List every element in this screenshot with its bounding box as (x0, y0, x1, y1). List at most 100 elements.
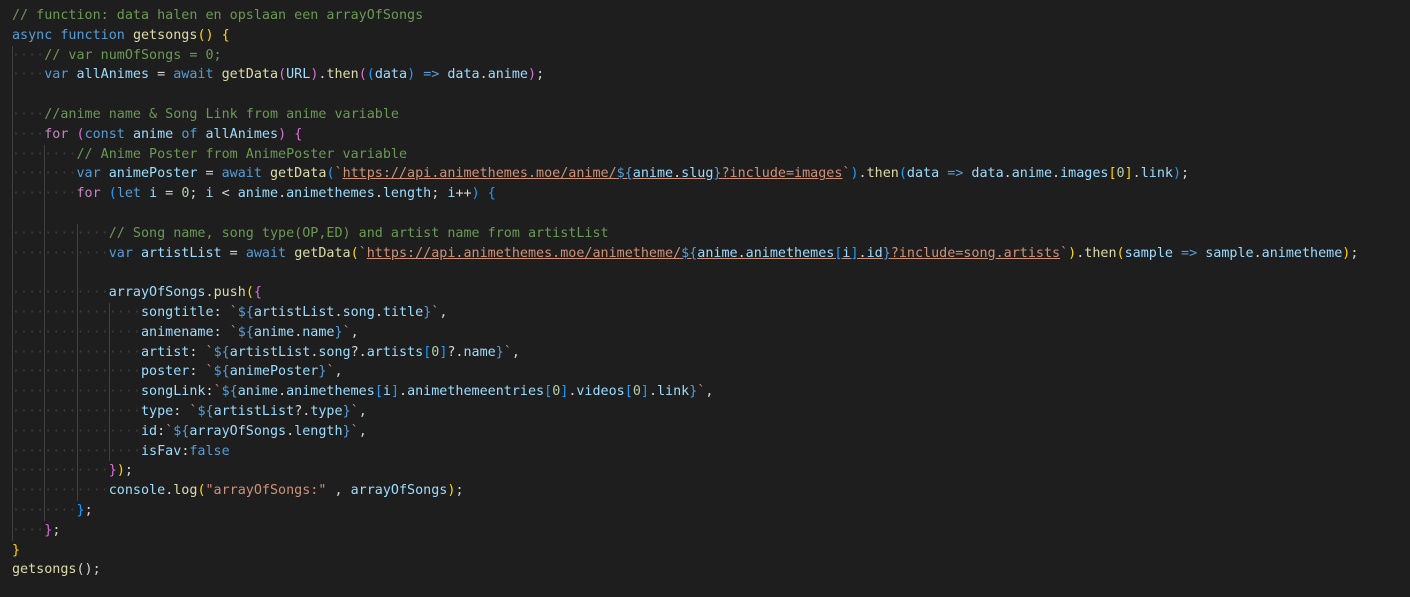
code-token: i (205, 186, 214, 202)
code-token: ; (52, 522, 61, 538)
code-token: . (1132, 166, 1141, 182)
code-token: ` (358, 245, 367, 261)
code-line[interactable]: ············console.log("arrayOfSongs:" … (12, 481, 464, 501)
code-token: const (84, 126, 125, 142)
code-line[interactable]: async function getsongs() { (12, 26, 230, 46)
code-token: type (141, 404, 174, 419)
code-line[interactable]: ········var animePoster = await getData(… (12, 164, 1189, 184)
code-line[interactable]: // function: data halen en opslaan een a… (12, 6, 423, 26)
code-line[interactable]: ············var artistList = await getDa… (12, 244, 1358, 264)
code-line[interactable]: ················songLink:`${anime.animet… (12, 382, 713, 402)
code-line[interactable]: ················animename: `${anime.name… (12, 323, 359, 343)
code-token: } (108, 463, 117, 479)
code-token: ] (640, 384, 649, 400)
code-token: ················ (12, 344, 141, 360)
code-token: } (342, 404, 351, 419)
code-line[interactable]: ················id: ` ${arrayOfSongs.lengt… (12, 422, 367, 442)
code-line[interactable]: ············// Song name, song type(OP,E… (12, 224, 609, 244)
code-token: link (657, 384, 690, 400)
code-token: , (439, 305, 448, 320)
code-token: ; (1350, 245, 1359, 261)
code-token: ················ (12, 404, 141, 419)
code-token: , (350, 324, 359, 340)
code-line[interactable]: ············}); (12, 461, 133, 481)
code-token: song (342, 305, 375, 320)
code-token: [ (624, 384, 633, 400)
code-token: id (141, 423, 158, 439)
code-token: var (108, 245, 133, 261)
code-token: { (487, 186, 496, 202)
code-token: . (648, 384, 657, 400)
code-token: ` (229, 305, 238, 320)
code-token: var (76, 166, 101, 182)
code-token: ${ (213, 364, 230, 380)
code-line[interactable]: ················artist: `${artistList.so… (12, 343, 520, 363)
code-line[interactable]: ····}; (12, 521, 60, 541)
code-token: ················ (12, 305, 141, 320)
code-token: getData (270, 166, 327, 182)
code-editor[interactable]: // function: data halen en opslaan een a… (0, 0, 1410, 597)
code-token: , (358, 423, 367, 439)
code-token: ) (528, 67, 537, 83)
code-token: ········ (12, 186, 77, 202)
code-line[interactable]: ····for (const anime of allAnimes) { (12, 125, 302, 145)
code-token: title (382, 305, 424, 320)
code-token: await (221, 166, 262, 182)
code-token: => (423, 67, 440, 83)
code-token: } (495, 344, 504, 360)
code-token: https://api.animethemes.moe/animetheme/ (366, 245, 682, 261)
code-line[interactable]: ············arrayOfSongs.push({ (12, 283, 262, 303)
code-line[interactable]: ········}; (12, 501, 93, 521)
code-line[interactable]: ················songtitle: `${artistList… (12, 303, 447, 323)
code-token: { (253, 285, 262, 301)
code-token: < (213, 186, 238, 202)
code-token: . (374, 186, 383, 202)
code-token: ················ (12, 324, 141, 340)
code-line[interactable]: ················isFav:false (12, 442, 230, 462)
code-line[interactable]: ········for (let i = 0; i < anime.animet… (12, 184, 496, 204)
code-token: ; (84, 503, 93, 518)
code-token: images (1060, 166, 1109, 182)
code-token: : (213, 305, 230, 320)
code-token: // var numOfSongs = 0; (44, 47, 222, 63)
code-token: ( (108, 186, 117, 202)
code-token: artistList (229, 344, 311, 360)
code-line[interactable]: ····//anime name & Song Link from anime … (12, 105, 399, 125)
code-token: data (447, 67, 480, 83)
code-line[interactable]: ····var allAnimes = await getData(URL).t… (12, 65, 544, 85)
code-token: ················ (12, 364, 141, 380)
code-line[interactable]: ················type: `${artistList?.typ… (12, 402, 367, 422)
code-token: URL (286, 67, 311, 83)
code-line[interactable]: } (12, 541, 20, 561)
code-line[interactable]: getsongs(); (12, 560, 101, 580)
code-token: songLink (141, 384, 206, 400)
code-token: } (334, 324, 343, 340)
code-token: artistList (213, 404, 295, 419)
code-token: ; (536, 67, 545, 83)
code-token: . (399, 384, 408, 400)
code-token: ) (471, 186, 480, 202)
code-line[interactable]: ····// var numOfSongs = 0; (12, 46, 222, 66)
code-token: ${ (237, 305, 254, 320)
code-token: = (157, 186, 182, 202)
code-token: animePoster (229, 364, 319, 380)
code-token: song (318, 344, 351, 360)
code-line[interactable]: ········// Anime Poster from AnimePoster… (12, 145, 407, 165)
code-token: artists (366, 344, 424, 360)
code-token: ` (503, 344, 512, 360)
code-token: animename (141, 324, 214, 340)
code-token: //anime name & Song Link from anime vari… (44, 107, 399, 122)
code-token: animePoster (108, 166, 198, 182)
code-token: : (213, 324, 230, 340)
code-token: push (213, 285, 246, 301)
code-token: => (1181, 245, 1198, 261)
code-token: allAnimes (76, 67, 150, 83)
code-line[interactable]: ················poster: `${animePoster}`… (12, 362, 343, 382)
